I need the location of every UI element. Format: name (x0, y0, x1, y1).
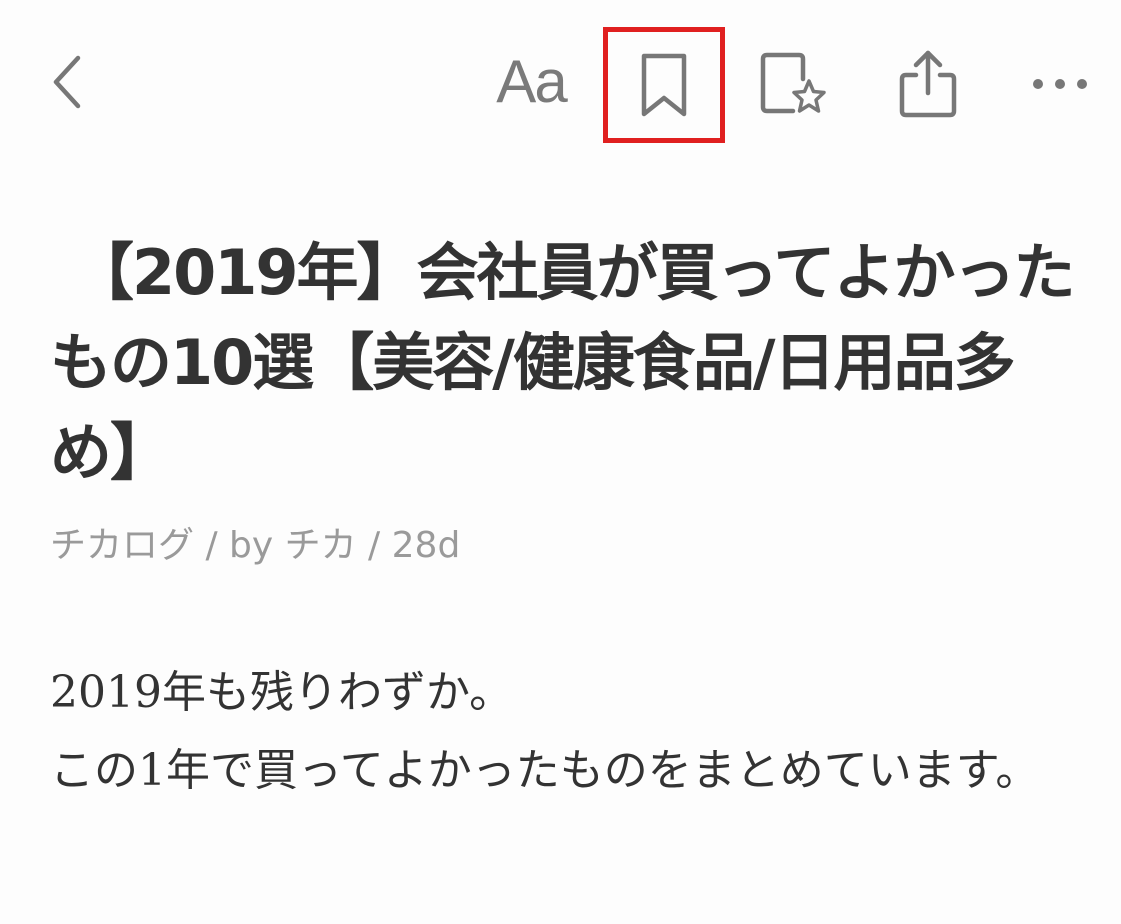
page-star-icon (760, 52, 826, 114)
font-size-button[interactable]: Aa (488, 42, 574, 122)
article-paragraph: 2019年も残りわずか。 (50, 667, 514, 718)
article-body: 2019年も残りわずか。 この1年で買ってよかったものをまとめています。 (50, 654, 1050, 810)
article-paragraph: この1年で買ってよかったものをまとめています。 (50, 745, 1040, 796)
bookmark-icon (641, 53, 687, 117)
article-title: 【2019年】会社員が買ってよかったもの10選【美容/健康食品/日用品多め】 (50, 236, 1075, 489)
share-button[interactable] (886, 42, 970, 126)
ellipsis-icon (1033, 79, 1087, 89)
bookmark-button[interactable] (603, 27, 725, 143)
more-options-button[interactable] (1020, 52, 1100, 116)
top-toolbar: Aa (0, 0, 1121, 160)
back-button[interactable] (36, 42, 100, 122)
add-favorite-button[interactable] (752, 42, 836, 126)
font-size-label: Aa (496, 48, 567, 115)
share-icon (899, 50, 957, 118)
chevron-left-icon (53, 55, 81, 109)
article-meta: チカログ / by チカ / 28d (50, 525, 461, 566)
